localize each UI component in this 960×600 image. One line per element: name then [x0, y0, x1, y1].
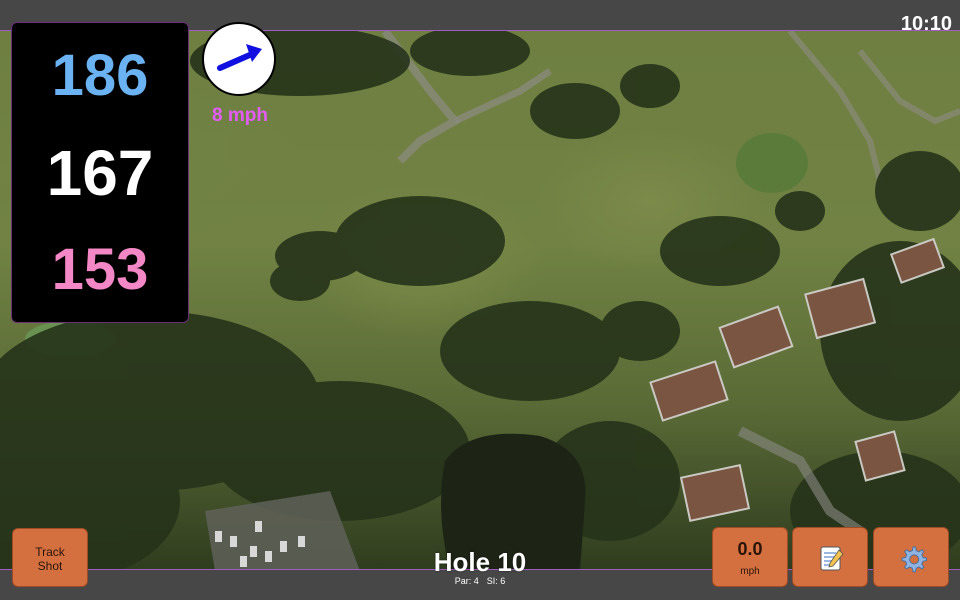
wind-direction-indicator: [202, 22, 276, 96]
middle-distance: 167: [46, 137, 154, 209]
back-distance: 186: [51, 43, 149, 108]
wind-speed: 8 mph: [212, 105, 268, 126]
wind-direction-arrow-icon: [217, 44, 262, 71]
front-distance: 153: [51, 237, 149, 302]
track-shot-label: Track Shot: [35, 545, 65, 573]
hole-title: Hole 10: [433, 547, 527, 577]
settings-button[interactable]: [873, 527, 949, 587]
speed-button[interactable]: 0.0 mph: [712, 527, 788, 587]
notepad-icon: [820, 546, 844, 571]
hole-stroke-index: SI: 6: [486, 576, 506, 586]
notes-button[interactable]: [792, 527, 868, 587]
distance-panel: 186 167 153: [11, 22, 189, 323]
clock: 10:10: [900, 13, 952, 35]
speed-unit: mph: [740, 566, 760, 577]
hole-par: Par: 4: [454, 576, 479, 586]
speed-value: 0.0: [737, 539, 763, 559]
hole-info: Par: 4 SI: 6: [380, 577, 580, 586]
track-shot-button[interactable]: Track Shot: [12, 528, 88, 587]
gear-icon: [901, 546, 927, 573]
